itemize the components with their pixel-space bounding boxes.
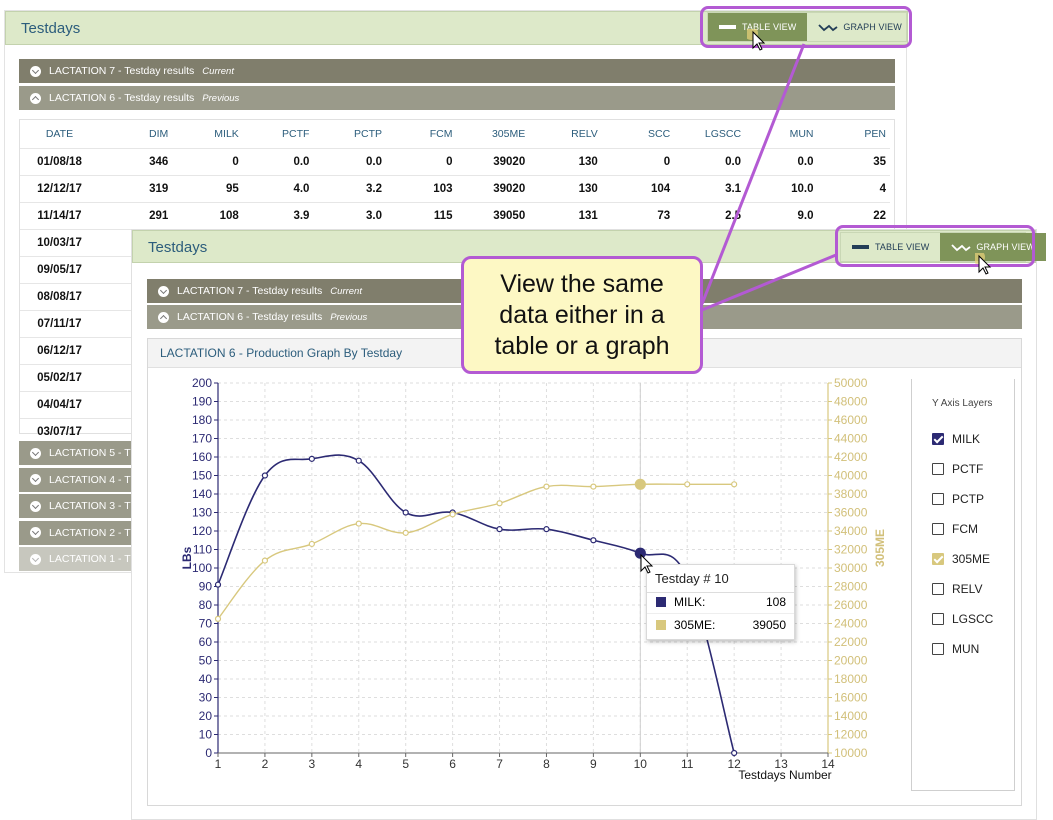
y-tick-label: 170	[192, 432, 212, 446]
data-point-305me	[590, 483, 597, 490]
x-axis-label: Testdays Number	[738, 768, 831, 782]
mouse-cursor-icon	[640, 553, 654, 574]
y2-tick-label: 40000	[834, 469, 868, 483]
x-tick-label: 9	[590, 757, 597, 771]
y2-tick-label: 12000	[834, 728, 868, 742]
y-tick-label: 140	[192, 487, 212, 501]
y2-tick-label: 22000	[834, 635, 868, 649]
data-point-305me	[684, 481, 691, 488]
data-point-milk	[402, 509, 409, 516]
data-point-305me	[308, 540, 315, 548]
data-point-305me	[214, 615, 222, 622]
y2-tick-label: 10000	[834, 746, 868, 760]
chart-tooltip: Testday # 10 MILK: 108 305ME: 39050	[646, 564, 795, 640]
data-point-milk	[214, 581, 222, 588]
y2-axis-label: 305ME	[873, 529, 887, 567]
data-point-milk	[308, 455, 315, 462]
y2-tick-label: 34000	[834, 524, 868, 538]
tooltip-title: Testday # 10	[655, 571, 729, 586]
y-tick-label: 50	[199, 654, 213, 668]
data-point-milk	[261, 472, 269, 479]
x-tick-label: 1	[215, 757, 222, 771]
data-point-305me	[449, 511, 456, 518]
x-tick-label: 8	[543, 757, 550, 771]
y-tick-label: 30	[199, 691, 213, 705]
data-point-milk	[590, 537, 597, 544]
y2-tick-label: 30000	[834, 561, 868, 575]
y2-tick-label: 14000	[834, 709, 868, 723]
data-point-305me	[261, 557, 269, 564]
tooltip-milk-label: MILK:	[674, 595, 706, 609]
y2-tick-label: 48000	[834, 395, 868, 409]
y-tick-label: 180	[192, 413, 212, 427]
data-point-305me	[355, 520, 362, 527]
data-point-305me	[402, 529, 409, 536]
y2-tick-label: 38000	[834, 487, 868, 501]
y-tick-label: 80	[199, 598, 213, 612]
y2-tick-label: 44000	[834, 432, 868, 446]
x-tick-label: 4	[355, 757, 362, 771]
y2-tick-label: 26000	[834, 598, 868, 612]
x-tick-label: 11	[681, 757, 694, 771]
y-tick-label: 200	[192, 376, 212, 390]
production-line-chart: 0102030405060708090100110120130140150160…	[180, 376, 887, 782]
y2-tick-label: 50000	[834, 376, 868, 390]
y-tick-label: 0	[205, 746, 212, 760]
x-tick-label: 3	[309, 757, 316, 771]
tooltip-milk-value: 108	[765, 595, 786, 609]
y-tick-label: 70	[199, 617, 213, 631]
data-point-milk	[543, 526, 550, 533]
milk-swatch	[656, 597, 666, 607]
y-tick-label: 90	[199, 580, 213, 594]
y2-tick-label: 18000	[834, 672, 868, 686]
y2-tick-label: 32000	[834, 543, 868, 557]
callout-box: View the same data either in a table or …	[461, 256, 703, 374]
y-tick-label: 100	[192, 561, 212, 575]
x-tick-label: 10	[634, 757, 648, 771]
y2-tick-label: 24000	[834, 617, 868, 631]
data-point-305me	[634, 478, 646, 490]
x-tick-label: 7	[496, 757, 503, 771]
y-tick-label: 60	[199, 635, 213, 649]
callout-text: View the same data either in a table or …	[494, 269, 670, 360]
tooltip-305me-label: 305ME:	[674, 618, 716, 632]
y-tick-label: 190	[192, 395, 212, 409]
data-point-milk	[355, 457, 362, 464]
y-tick-label: 20	[199, 709, 213, 723]
y-axis-label: LBs	[180, 546, 194, 569]
data-point-milk	[496, 526, 503, 533]
y-tick-label: 130	[192, 506, 212, 520]
y2-tick-label: 28000	[834, 580, 868, 594]
y2-tick-label: 42000	[834, 450, 868, 464]
y-tick-label: 110	[193, 543, 212, 557]
x-tick-label: 5	[402, 757, 409, 771]
x-tick-label: 2	[262, 757, 269, 771]
data-point-milk	[731, 749, 738, 757]
y2-tick-label: 16000	[834, 691, 868, 705]
y2-tick-label: 36000	[834, 506, 868, 520]
y-tick-label: 160	[192, 450, 212, 464]
y-tick-label: 10	[199, 728, 213, 742]
x-tick-label: 6	[449, 757, 456, 771]
data-point-305me	[731, 481, 738, 488]
y-tick-label: 120	[192, 524, 212, 538]
y-tick-label: 150	[192, 469, 212, 483]
data-point-305me	[543, 483, 550, 490]
y-tick-label: 40	[199, 672, 213, 686]
y2-tick-label: 46000	[834, 413, 868, 427]
tooltip-305me-value: 39050	[752, 618, 786, 632]
data-point-305me	[496, 500, 503, 507]
y2-tick-label: 20000	[834, 654, 868, 668]
305me-swatch	[656, 620, 666, 630]
